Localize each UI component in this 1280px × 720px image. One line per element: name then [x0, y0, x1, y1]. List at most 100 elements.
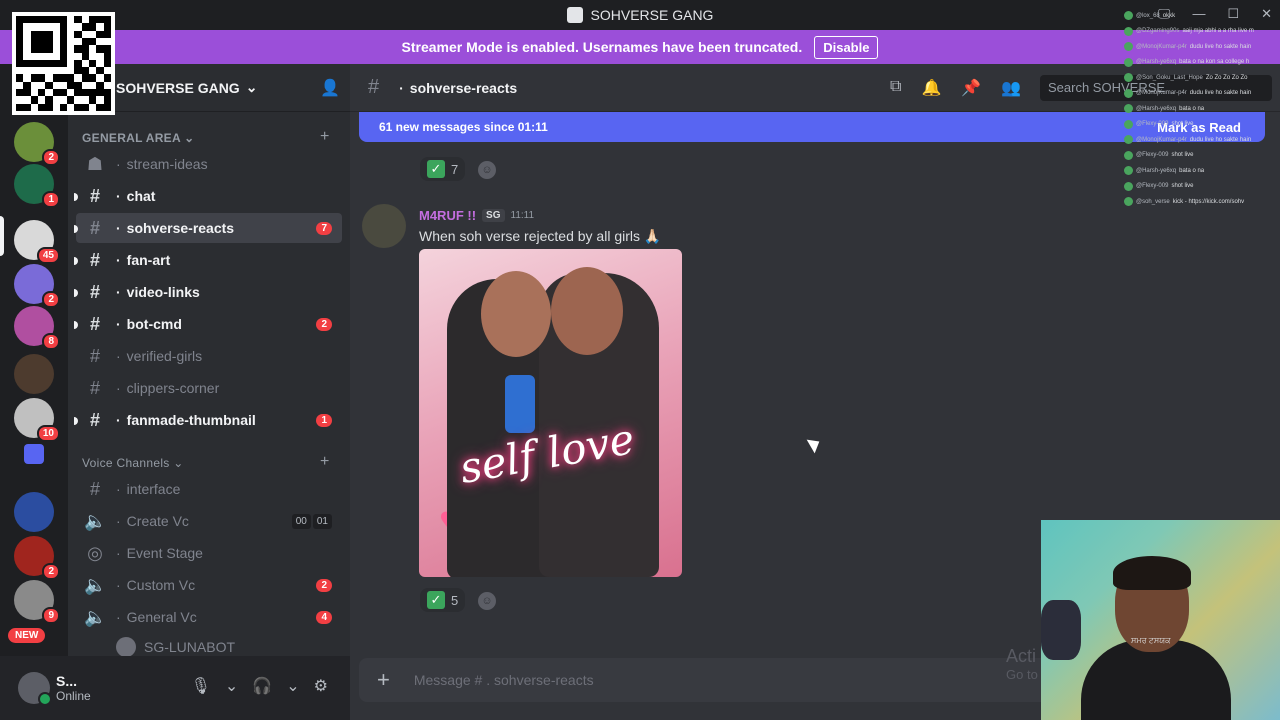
username: S... — [56, 673, 78, 689]
mention-badge: 1 — [316, 413, 332, 427]
hashtag-icon: # — [89, 217, 100, 238]
channel-custom-vc[interactable]: 🔈 · Custom Vc 2 — [76, 570, 342, 600]
mention-badge: 7 — [316, 221, 332, 235]
separator-dot: · — [116, 412, 121, 428]
add-channel-icon[interactable]: + — [320, 453, 330, 471]
pin-icon[interactable]: 📌 — [961, 78, 981, 98]
separator-dot: · — [116, 481, 121, 497]
member-list-icon[interactable]: 👥 — [1001, 78, 1021, 98]
add-channel-icon[interactable]: + — [320, 128, 330, 146]
avatar[interactable] — [362, 204, 406, 248]
channel-chat[interactable]: # · chat — [74, 181, 342, 211]
invite-people-icon[interactable]: 👤 — [320, 78, 340, 98]
qr-code — [12, 12, 115, 115]
chevron-down-icon[interactable]: ⌄ — [225, 676, 238, 696]
channel-sohverse-reacts[interactable]: # · sohverse-reacts 7 — [74, 213, 342, 243]
server-icon[interactable]: 8 — [14, 306, 60, 350]
server-icon[interactable]: 1 — [14, 164, 60, 208]
channel-clippers-corner[interactable]: # · clippers-corner — [76, 373, 342, 403]
server-icon[interactable]: 2 — [14, 122, 60, 166]
channel-fanmade-thumbnail[interactable]: # · fanmade-thumbnail 1 — [74, 405, 342, 435]
overlay-user: @MonojKumar-p4r — [1136, 136, 1187, 143]
reaction-check[interactable]: ✓ 7 — [420, 157, 466, 181]
window-title: SOHVERSE GANG — [566, 7, 713, 23]
reaction-count: 7 — [451, 161, 459, 177]
user-panel: S... Online 🎙 ⌄ 🎧 ⌄ ⚙ — [0, 656, 350, 720]
server-icon[interactable]: 10 — [14, 398, 60, 442]
unread-badge: 45 — [36, 247, 60, 264]
channel-interface[interactable]: # · interface — [76, 474, 342, 504]
server-icon[interactable] — [14, 492, 54, 532]
discord-logo-icon — [566, 7, 583, 23]
category-general[interactable]: GENERAL AREA ⌄ + — [82, 128, 329, 145]
reaction-count: 5 — [451, 592, 459, 608]
channel-label: General Vc — [126, 609, 197, 625]
attach-plus-icon[interactable]: + — [377, 667, 390, 693]
channel-label: clippers-corner — [126, 380, 220, 396]
server-icon[interactable]: 2 — [14, 536, 60, 580]
overlay-chat-line: @Son_Goku_Last_Hope Zo Zo Zo Zo Zo — [1124, 70, 1280, 86]
add-reaction-icon[interactable]: ☺ — [478, 161, 496, 179]
mention-badge: 2 — [316, 578, 332, 592]
hashtag-icon: # — [89, 409, 100, 430]
add-reaction-icon[interactable]: ☺ — [478, 592, 496, 610]
channel-bot-cmd[interactable]: # · bot-cmd 2 — [74, 309, 342, 339]
category-voice[interactable]: Voice Channels ⌄ + — [82, 453, 329, 470]
shirt-print: ਸਮਰ ਟਸਯਕ — [1131, 636, 1171, 645]
channel-create-vc[interactable]: 🔈 · Create Vc 00 01 — [76, 506, 342, 536]
user-names[interactable]: S... Online — [56, 673, 91, 703]
user-controls: 🎙 ⌄ 🎧 ⌄ ⚙ — [191, 676, 328, 696]
channel-label: stream-ideas — [126, 156, 208, 172]
speaker-icon: 🔈 — [84, 510, 107, 531]
message-image[interactable]: ♥ ♥ self love — [419, 249, 682, 577]
new-messages-text: 61 new messages since 01:11 — [379, 120, 548, 134]
server-icon[interactable]: 2 — [14, 264, 60, 308]
chevron-down-icon[interactable]: ⌄ — [286, 676, 299, 696]
new-badge: NEW — [8, 628, 46, 643]
overlay-chat-line: @Flexy-009 shot live — [1124, 179, 1280, 195]
threads-icon[interactable]: ⧉ — [890, 78, 901, 98]
separator-dot: · — [116, 545, 121, 561]
hashtag-icon: # — [89, 185, 100, 206]
server-icon[interactable]: 45 — [14, 220, 60, 264]
channel-label: fanmade-thumbnail — [126, 412, 256, 428]
avatar[interactable] — [18, 672, 52, 706]
overlay-text: dudu live ho sakte hain — [1189, 136, 1252, 143]
phone-shape — [505, 375, 535, 433]
watermark-line: Go to — [1006, 667, 1038, 682]
server-icon[interactable] — [14, 354, 54, 394]
overlay-user: @Harsh-ye6xq — [1136, 105, 1177, 112]
channel-label: bot-cmd — [126, 316, 182, 332]
channel-stream-ideas[interactable]: ☗ · stream-ideas — [76, 149, 342, 179]
channel-video-links[interactable]: # · video-links — [74, 277, 342, 307]
server-icon[interactable]: 9 — [14, 580, 60, 624]
user-badge-icon — [1124, 73, 1133, 83]
microphone-icon[interactable]: 🎙 — [191, 676, 211, 696]
headphones-icon[interactable]: 🎧 — [252, 676, 272, 696]
server-icon[interactable] — [24, 444, 44, 464]
overlay-chat-line: @Flexy-009 shot live — [1124, 148, 1280, 164]
speaker-icon: 🔈 — [84, 606, 107, 627]
user-badge-icon — [1124, 88, 1133, 98]
overlay-text: bata o na — [1179, 167, 1205, 174]
channel-event-stage[interactable]: ◎ · Event Stage — [76, 538, 342, 568]
hashtag-icon: # — [89, 281, 100, 302]
message-author[interactable]: M4RUF !! — [419, 208, 476, 223]
channel-verified-girls[interactable]: # · verified-girls — [76, 341, 342, 371]
channel-label: interface — [126, 481, 181, 497]
gear-icon[interactable]: ⚙ — [314, 676, 328, 696]
bell-icon[interactable]: 🔔 — [921, 78, 941, 98]
channel-label: sohverse-reacts — [126, 220, 235, 236]
separator-dot: · — [116, 513, 121, 529]
hashtag-icon: # — [89, 345, 100, 366]
overlay-text: Zo Zo Zo Zo Zo — [1205, 74, 1248, 81]
reaction-check[interactable]: ✓ 5 — [420, 588, 466, 612]
disable-button[interactable]: Disable — [814, 35, 879, 59]
unread-badge: 1 — [42, 191, 60, 208]
user-badge-icon — [1124, 135, 1133, 145]
channel-fan-art[interactable]: # · fan-art — [74, 245, 342, 275]
overlay-user: @MonojKumar-p4r — [1136, 43, 1187, 50]
user-badge-icon — [1124, 57, 1133, 67]
channel-general-vc[interactable]: 🔈 · General Vc 4 — [76, 602, 342, 632]
unread-pip — [74, 193, 78, 201]
